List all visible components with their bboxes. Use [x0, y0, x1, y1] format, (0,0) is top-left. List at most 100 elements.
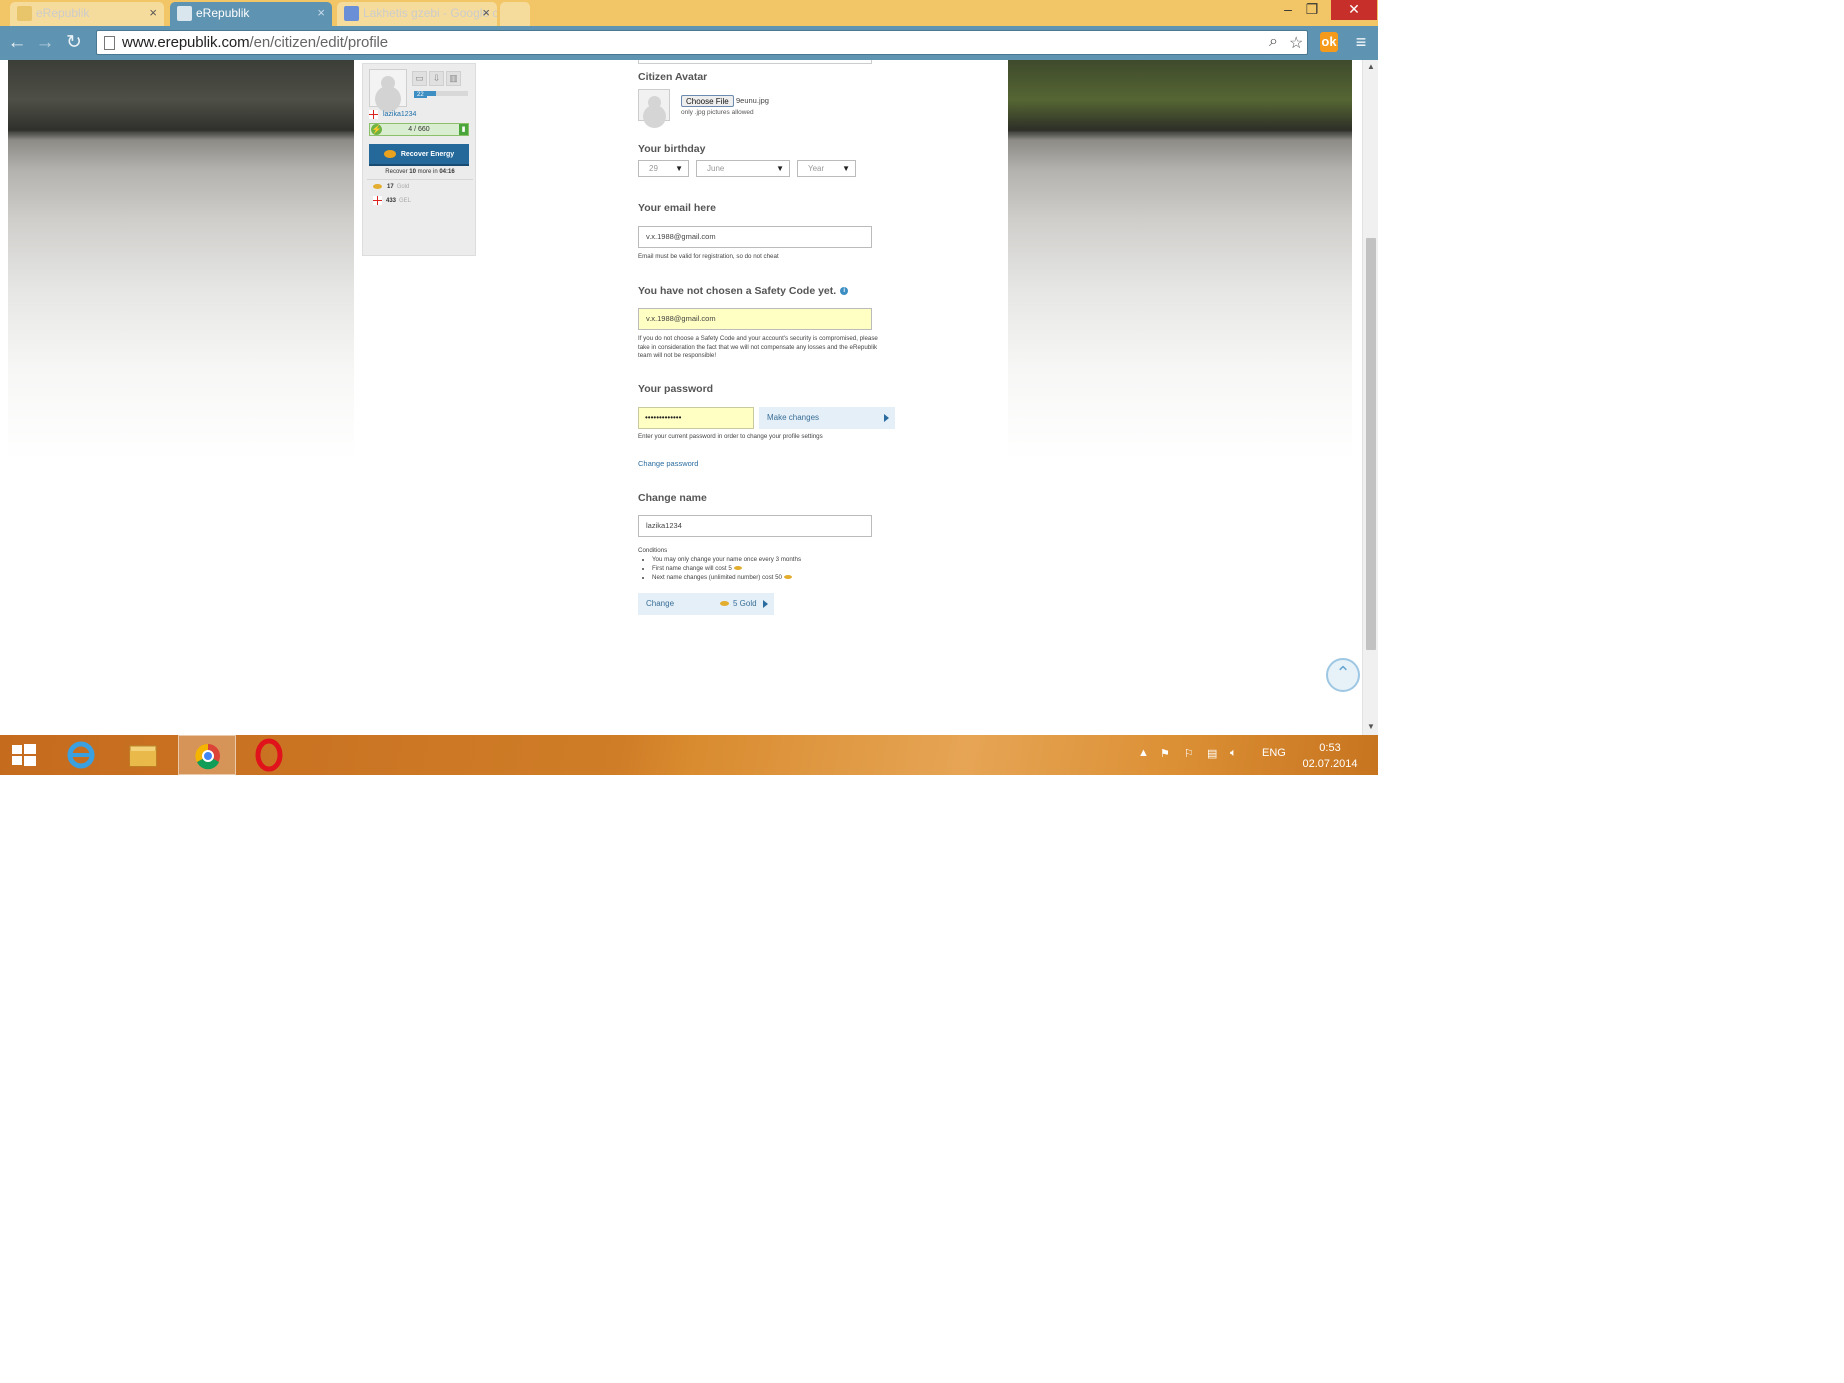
recover-info: Recover 10 more in 04:16	[385, 169, 455, 175]
user-sidebar: ▭ ⇩ ▥ 22 lazika1234 ⚡ 4 / 660 ▮ Recover …	[362, 63, 476, 256]
close-window-button[interactable]: ✕	[1331, 0, 1377, 20]
dropdown-arrow-icon: ▼	[776, 164, 784, 173]
condition-item: First name change will cost 5	[652, 564, 801, 573]
gold-icon	[373, 184, 382, 189]
gold-icon	[720, 601, 729, 607]
birthday-day-select[interactable]: 29 ▼	[638, 160, 689, 177]
tab-bar: eRepublik × eRepublik × Lakhetis gzebi -…	[0, 0, 1378, 28]
change-name-button[interactable]: Change 5 Gold	[638, 593, 774, 615]
tab-google[interactable]: Lakhetis gzebi - Google c ×	[337, 2, 497, 26]
language-indicator[interactable]: ENG	[1262, 747, 1286, 759]
bookmark-star-icon[interactable]: ☆	[1289, 33, 1303, 53]
username-link[interactable]: lazika1234	[369, 110, 416, 119]
internet-explorer-icon[interactable]	[52, 735, 110, 775]
name-field[interactable]: lazika1234	[638, 515, 872, 537]
change-password-link[interactable]: Change password	[638, 459, 698, 468]
energy-value: 4 / 660	[408, 126, 430, 133]
scroll-up-icon[interactable]: ▲	[1363, 62, 1378, 71]
main-content: ▭ ⇩ ▥ 22 lazika1234 ⚡ 4 / 660 ▮ Recover …	[354, 60, 1008, 735]
chrome-taskbar-icon[interactable]	[178, 735, 236, 775]
change-cost: 5 Gold	[720, 593, 757, 615]
previous-field	[638, 60, 872, 64]
email-note: Email must be valid for registration, so…	[638, 253, 779, 260]
windows-logo-icon	[12, 744, 36, 766]
messages-icon[interactable]: ▭	[412, 71, 427, 86]
password-field[interactable]: •••••••••••••	[638, 407, 754, 429]
opera-icon[interactable]	[240, 735, 298, 775]
avatar-label: Citizen Avatar	[638, 71, 708, 83]
restore-button[interactable]: ❐	[1300, 0, 1324, 20]
address-bar[interactable]: www.erepublik.com/en/citizen/edit/profil…	[96, 30, 1308, 55]
safety-code-note: If you do not choose a Safety Code and y…	[638, 335, 878, 359]
email-label: Your email here	[638, 202, 717, 214]
volume-icon[interactable]: 🔈︎	[1230, 747, 1237, 760]
clock-time: 0:53	[1319, 742, 1341, 754]
currency-balance: 433 GEL	[373, 196, 411, 205]
web-page: ▭ ⇩ ▥ 22 lazika1234 ⚡ 4 / 660 ▮ Recover …	[0, 60, 1378, 735]
antivirus-icon[interactable]: ⚑	[1160, 747, 1170, 760]
tab-erepublik-active[interactable]: eRepublik ×	[170, 2, 332, 28]
show-hidden-icons-icon[interactable]: ▲	[1138, 747, 1149, 759]
start-button[interactable]	[0, 735, 58, 775]
reload-icon[interactable]: ↻	[63, 32, 85, 54]
conditions-title: Conditions	[638, 547, 668, 554]
energy-bar: ⚡ 4 / 660 ▮	[369, 123, 469, 136]
windows-taskbar: ▲ ⚑ ⚐ ▤ 🔈︎ ENG 0:53 02.07.2014	[0, 735, 1378, 775]
network-icon[interactable]: ▤	[1207, 747, 1217, 760]
minimize-button[interactable]: –	[1276, 0, 1300, 20]
close-tab-icon[interactable]: ×	[317, 2, 325, 24]
back-to-top-button[interactable]: ⌃	[1326, 658, 1360, 692]
forward-arrow-icon[interactable]: →	[34, 32, 56, 54]
password-label: Your password	[638, 383, 714, 395]
google-favicon-icon	[344, 6, 359, 21]
menu-icon[interactable]: ≡	[1352, 32, 1370, 52]
close-tab-icon[interactable]: ×	[482, 2, 490, 24]
edit-profile-form: Citizen Avatar Choose File 9eunu.jpg onl…	[638, 60, 1008, 735]
new-tab-button[interactable]	[500, 2, 530, 26]
close-tab-icon[interactable]: ×	[149, 2, 157, 24]
safety-code-field[interactable]: v.x.1988@gmail.com	[638, 308, 872, 330]
password-note: Enter your current password in order to …	[638, 433, 823, 440]
clock[interactable]: 0:53 02.07.2014	[1300, 740, 1360, 772]
page-scrollbar[interactable]: ▲ ▼	[1362, 60, 1378, 735]
change-name-label: Change name	[638, 492, 707, 504]
alerts-icon[interactable]: ⇩	[429, 71, 444, 86]
erepublik-favicon-icon	[17, 6, 32, 21]
recover-energy-button[interactable]: Recover Energy	[369, 144, 469, 166]
choose-file-button[interactable]: Choose File	[681, 95, 734, 107]
make-changes-button[interactable]: Make changes	[759, 407, 895, 429]
gold-icon	[784, 575, 793, 580]
level-badge: 22	[414, 92, 427, 98]
tab-title: eRepublik	[36, 6, 90, 20]
georgia-flag-icon	[373, 196, 382, 205]
scroll-down-icon[interactable]: ▼	[1363, 722, 1378, 731]
zoom-icon[interactable]: ⌕	[1269, 33, 1278, 51]
condition-item: Next name changes (unlimited number) cos…	[652, 573, 801, 582]
chosen-file-name: 9eunu.jpg	[736, 96, 769, 105]
scrollbar-thumb[interactable]	[1366, 238, 1376, 650]
eat-food-button[interactable]: ▮	[459, 124, 468, 135]
birthday-month-select[interactable]: June ▼	[696, 160, 790, 177]
avatar-hint: only .jpg pictures allowed	[681, 109, 754, 116]
birthday-label: Your birthday	[638, 143, 706, 155]
name-conditions: Conditions You may only change your name…	[638, 546, 801, 582]
food-icon	[383, 150, 396, 159]
action-center-flag-icon[interactable]: ⚐	[1184, 747, 1194, 760]
gold-icon	[733, 566, 742, 571]
citizen-avatar-preview	[638, 89, 670, 121]
back-arrow-icon[interactable]: ←	[6, 32, 28, 54]
url-text: www.erepublik.com/en/citizen/edit/profil…	[122, 34, 389, 51]
arrow-right-icon	[763, 600, 768, 608]
erepublik-favicon-icon	[177, 6, 192, 21]
birthday-year-select[interactable]: Year ▼	[797, 160, 856, 177]
info-icon[interactable]: i	[840, 287, 849, 296]
divider	[367, 179, 473, 180]
tab-title: Lakhetis gzebi - Google c	[363, 6, 497, 20]
tab-erepublik-1[interactable]: eRepublik ×	[10, 2, 164, 26]
avatar[interactable]	[369, 69, 407, 107]
email-field[interactable]: v.x.1988@gmail.com	[638, 226, 872, 248]
odnoklassniki-extension-icon[interactable]: ok	[1320, 32, 1338, 52]
dropdown-arrow-icon: ▼	[842, 164, 850, 173]
file-explorer-icon[interactable]	[114, 735, 172, 775]
stats-icon[interactable]: ▥	[446, 71, 461, 86]
